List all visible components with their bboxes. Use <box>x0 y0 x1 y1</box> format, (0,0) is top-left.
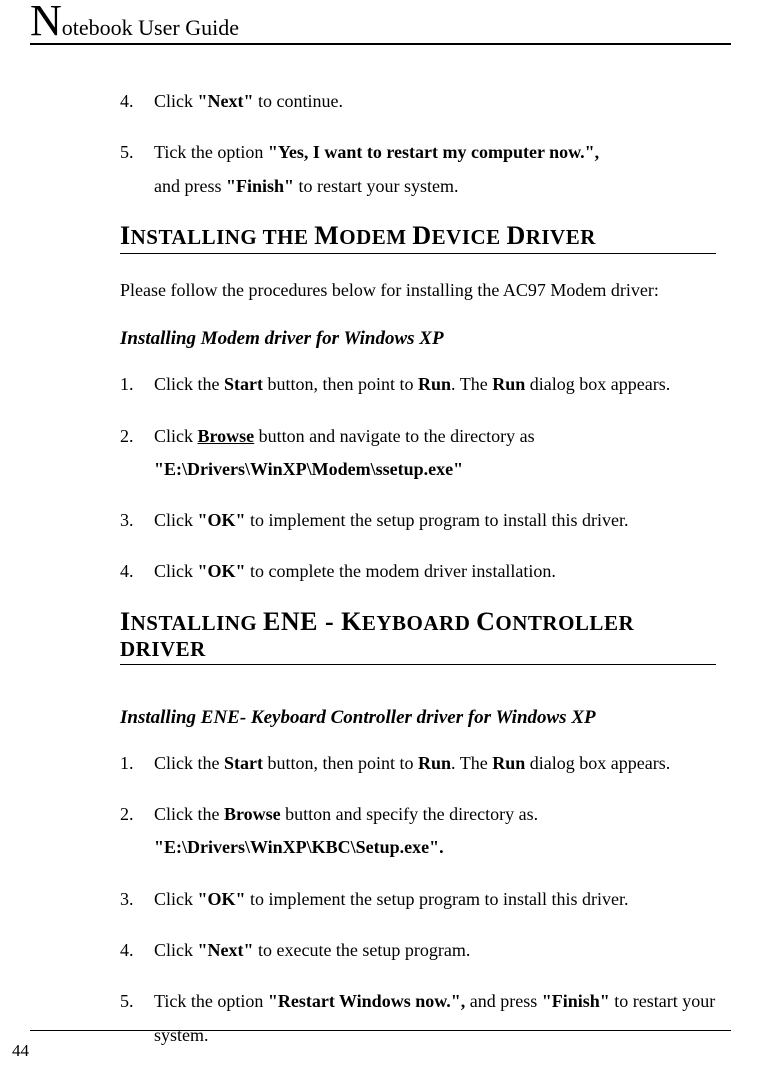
sub-heading-modem-xp: Installing Modem driver for Windows XP <box>120 328 716 350</box>
list-item: 5. Tick the option "Yes, I want to resta… <box>120 136 716 203</box>
section-heading-ene: INSTALLING ENE - KEYBOARD CONTROLLER DRI… <box>120 607 716 665</box>
step-text: Click the Start button, then point to Ru… <box>154 747 716 780</box>
sub-heading-ene-xp: Installing ENE- Keyboard Controller driv… <box>120 707 716 729</box>
page-number: 44 <box>0 1041 761 1061</box>
header-rest: otebook User Guide <box>62 15 239 40</box>
step-number: 3. <box>120 504 154 537</box>
step-number: 4. <box>120 555 154 588</box>
step-text: Click Browse button and navigate to the … <box>154 420 716 487</box>
step-number: 2. <box>120 798 154 865</box>
list-item: 2. Click the Browse button and specify t… <box>120 798 716 865</box>
step-text: Click "OK" to implement the setup progra… <box>154 883 716 916</box>
document-header: Notebook User Guide <box>30 0 731 43</box>
list-item: 1. Click the Start button, then point to… <box>120 747 716 780</box>
step-text: Click the Browse button and specify the … <box>154 798 716 865</box>
step-text: Click the Start button, then point to Ru… <box>154 368 716 401</box>
step-number: 1. <box>120 747 154 780</box>
step-number: 5. <box>120 136 154 203</box>
page: Notebook User Guide 4. Click "Next" to c… <box>0 0 761 1052</box>
step-text: Click "OK" to complete the modem driver … <box>154 555 716 588</box>
step-text: Click "Next" to execute the setup progra… <box>154 934 716 967</box>
list-item: 3. Click "OK" to implement the setup pro… <box>120 504 716 537</box>
step-number: 2. <box>120 420 154 487</box>
list-item: 4. Click "Next" to continue. <box>120 85 716 118</box>
footer-rule <box>30 1030 731 1031</box>
section-intro: Please follow the procedures below for i… <box>120 274 716 306</box>
header-initial: N <box>30 0 62 45</box>
step-number: 4. <box>120 85 154 118</box>
content: 4. Click "Next" to continue. 5. Tick the… <box>30 45 731 1052</box>
step-text: Tick the option "Yes, I want to restart … <box>154 136 716 203</box>
list-item: 4. Click "Next" to execute the setup pro… <box>120 934 716 967</box>
step-text: Click "Next" to continue. <box>154 85 716 118</box>
step-number: 3. <box>120 883 154 916</box>
list-item: 4. Click "OK" to complete the modem driv… <box>120 555 716 588</box>
list-item: 1. Click the Start button, then point to… <box>120 368 716 401</box>
step-number: 1. <box>120 368 154 401</box>
footer: 44 <box>0 1030 761 1061</box>
list-item: 3. Click "OK" to implement the setup pro… <box>120 883 716 916</box>
list-item: 2. Click Browse button and navigate to t… <box>120 420 716 487</box>
step-number: 4. <box>120 934 154 967</box>
step-text: Click "OK" to implement the setup progra… <box>154 504 716 537</box>
section-heading-modem: INSTALLING THE MODEM DEVICE DRIVER <box>120 221 716 254</box>
